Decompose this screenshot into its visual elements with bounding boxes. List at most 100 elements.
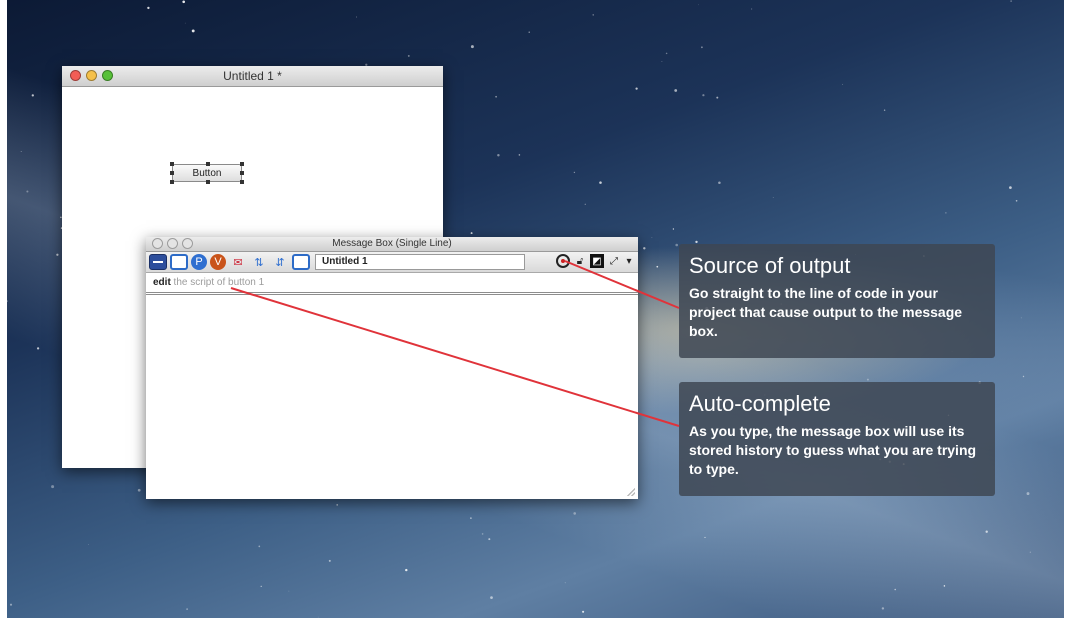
star [656, 265, 659, 268]
selection-handle[interactable] [170, 180, 174, 184]
star [51, 485, 55, 489]
window-controls [152, 238, 193, 249]
star [336, 504, 339, 506]
message-box-titlebar[interactable]: Message Box (Single Line) [146, 237, 638, 252]
star [488, 538, 491, 541]
star [497, 154, 500, 157]
star [528, 31, 530, 33]
star [191, 29, 195, 33]
star [470, 232, 473, 235]
toolbar-right-group: 🔓︎ ◩ ⤢ ▾ [556, 254, 634, 268]
star [9, 603, 13, 606]
star [883, 109, 886, 111]
star [407, 54, 410, 57]
front-scripts-icon[interactable]: ⇅ [250, 254, 268, 270]
close-icon[interactable] [70, 70, 81, 81]
star [674, 89, 678, 92]
command-input[interactable]: edit the script of button 1 [146, 273, 638, 295]
selection-handle[interactable] [240, 171, 244, 175]
zoom-icon[interactable] [102, 70, 113, 81]
star [582, 610, 585, 613]
dropdown-arrow-icon[interactable]: ▾ [624, 254, 634, 268]
star [184, 22, 186, 24]
star [698, 4, 700, 6]
back-scripts-icon[interactable]: ⇵ [271, 254, 289, 270]
global-variables-icon[interactable]: V [210, 254, 226, 270]
star [704, 536, 706, 538]
resize-icon[interactable]: ⤢ [607, 254, 621, 268]
clear-icon[interactable]: ◩ [590, 254, 604, 268]
selection-handle[interactable] [206, 162, 210, 166]
star [31, 94, 34, 97]
star [356, 16, 357, 18]
star [635, 87, 638, 90]
star [182, 0, 186, 4]
star [405, 568, 408, 572]
star [573, 171, 576, 174]
star [470, 45, 474, 49]
star [675, 243, 679, 247]
stack-button[interactable]: Button [170, 162, 244, 184]
star [772, 197, 774, 199]
lock-icon[interactable]: 🔓︎ [573, 254, 587, 268]
star [661, 61, 663, 62]
star [518, 154, 521, 156]
output-area[interactable] [146, 298, 638, 499]
window-controls [70, 70, 113, 81]
star [260, 585, 262, 587]
selection-handle[interactable] [170, 162, 174, 166]
global-properties-icon[interactable]: P [191, 254, 207, 270]
star [985, 530, 988, 533]
star [36, 347, 40, 350]
source-of-output-icon[interactable] [556, 254, 570, 268]
single-line-icon[interactable] [149, 254, 167, 270]
star [317, 616, 319, 618]
stack-selector-field[interactable]: Untitled 1 [315, 254, 525, 270]
autocomplete-suggestion: the script of button 1 [170, 277, 265, 288]
star [592, 14, 594, 16]
star [599, 181, 602, 184]
star [1029, 551, 1031, 553]
star [481, 533, 484, 535]
star [1022, 375, 1025, 378]
star [470, 517, 472, 519]
callout-body: Go straight to the line of code in your … [689, 285, 963, 339]
star [643, 247, 646, 250]
star [88, 544, 89, 545]
star [288, 590, 290, 592]
selection-handle[interactable] [240, 180, 244, 184]
star [573, 512, 577, 515]
stack-button-label: Button [192, 168, 222, 179]
star [490, 596, 493, 599]
star [842, 83, 844, 85]
star [718, 181, 721, 185]
minimize-icon[interactable] [86, 70, 97, 81]
stack-icon[interactable] [292, 254, 310, 270]
star [495, 95, 497, 98]
close-icon[interactable] [152, 238, 163, 249]
resize-grip-icon[interactable] [627, 488, 635, 496]
star [1020, 317, 1022, 319]
star [751, 8, 753, 10]
star [1009, 186, 1012, 189]
star [137, 488, 141, 492]
star [702, 94, 705, 97]
window-title: Untitled 1 * [223, 69, 282, 83]
zoom-icon[interactable] [182, 238, 193, 249]
minimize-icon[interactable] [167, 238, 178, 249]
multi-line-icon[interactable] [170, 254, 188, 270]
callout-title: Auto-complete [689, 391, 831, 416]
selection-handle[interactable] [240, 162, 244, 166]
star [328, 559, 331, 562]
pending-messages-icon[interactable]: ✉ [229, 254, 247, 270]
star [672, 228, 675, 230]
star [26, 190, 29, 193]
star [584, 203, 586, 205]
selection-handle[interactable] [206, 180, 210, 184]
star [1026, 492, 1030, 496]
star [186, 608, 188, 610]
star [651, 237, 653, 238]
star [56, 253, 59, 256]
selection-handle[interactable] [170, 171, 174, 175]
untitled-window-titlebar[interactable]: Untitled 1 * [62, 66, 443, 87]
